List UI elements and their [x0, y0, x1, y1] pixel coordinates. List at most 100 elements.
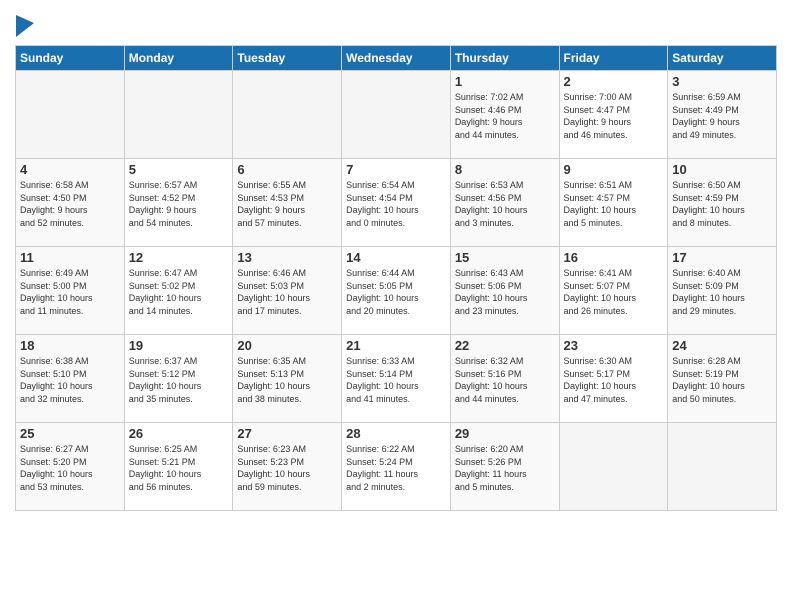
day-number: 22 [455, 338, 555, 353]
day-number: 25 [20, 426, 120, 441]
cell-content: Sunrise: 6:20 AM Sunset: 5:26 PM Dayligh… [455, 443, 555, 493]
cell-content: Sunrise: 6:55 AM Sunset: 4:53 PM Dayligh… [237, 179, 337, 229]
calendar-cell [559, 423, 668, 511]
cell-content: Sunrise: 6:27 AM Sunset: 5:20 PM Dayligh… [20, 443, 120, 493]
day-number: 7 [346, 162, 446, 177]
calendar-day-header: Thursday [450, 46, 559, 71]
cell-content: Sunrise: 6:43 AM Sunset: 5:06 PM Dayligh… [455, 267, 555, 317]
calendar-cell: 19Sunrise: 6:37 AM Sunset: 5:12 PM Dayli… [124, 335, 233, 423]
calendar-header-row: SundayMondayTuesdayWednesdayThursdayFrid… [16, 46, 777, 71]
cell-content: Sunrise: 6:51 AM Sunset: 4:57 PM Dayligh… [564, 179, 664, 229]
calendar-day-header: Tuesday [233, 46, 342, 71]
calendar-cell: 9 Sunrise: 6:51 AM Sunset: 4:57 PM Daylig… [559, 159, 668, 247]
day-number: 29 [455, 426, 555, 441]
day-number: 23 [564, 338, 664, 353]
day-number: 1 [455, 74, 555, 89]
calendar-cell: 2 Sunrise: 7:00 AM Sunset: 4:47 PM Daylig… [559, 71, 668, 159]
calendar-cell: 17 Sunrise: 6:40 AM Sunset: 5:09 PM Dayli… [668, 247, 777, 335]
calendar-cell [16, 71, 125, 159]
day-number: 20 [237, 338, 337, 353]
cell-content: Sunrise: 7:00 AM Sunset: 4:47 PM Dayligh… [564, 91, 664, 141]
calendar-cell: 3 Sunrise: 6:59 AM Sunset: 4:49 PM Daylig… [668, 71, 777, 159]
calendar-week-row: 11Sunrise: 6:49 AM Sunset: 5:00 PM Dayli… [16, 247, 777, 335]
calendar-day-header: Friday [559, 46, 668, 71]
calendar-day-header: Sunday [16, 46, 125, 71]
day-number: 6 [237, 162, 337, 177]
calendar-cell: 7 Sunrise: 6:54 AM Sunset: 4:54 PM Daylig… [342, 159, 451, 247]
day-number: 9 [564, 162, 664, 177]
page: SundayMondayTuesdayWednesdayThursdayFrid… [0, 0, 792, 612]
cell-content: Sunrise: 6:44 AM Sunset: 5:05 PM Dayligh… [346, 267, 446, 317]
cell-content: Sunrise: 6:40 AM Sunset: 5:09 PM Dayligh… [672, 267, 772, 317]
calendar-cell: 22 Sunrise: 6:32 AM Sunset: 5:16 PM Dayli… [450, 335, 559, 423]
calendar-cell: 25 Sunrise: 6:27 AM Sunset: 5:20 PM Dayli… [16, 423, 125, 511]
cell-content: Sunrise: 6:33 AM Sunset: 5:14 PM Dayligh… [346, 355, 446, 405]
calendar-cell: 11Sunrise: 6:49 AM Sunset: 5:00 PM Dayli… [16, 247, 125, 335]
calendar-week-row: 1 Sunrise: 7:02 AM Sunset: 4:46 PM Daylig… [16, 71, 777, 159]
cell-content: Sunrise: 6:46 AM Sunset: 5:03 PM Dayligh… [237, 267, 337, 317]
calendar-week-row: 18 Sunrise: 6:38 AM Sunset: 5:10 PM Dayli… [16, 335, 777, 423]
day-number: 12 [129, 250, 229, 265]
calendar-cell: 21 Sunrise: 6:33 AM Sunset: 5:14 PM Dayli… [342, 335, 451, 423]
calendar-cell: 14 Sunrise: 6:44 AM Sunset: 5:05 PM Dayli… [342, 247, 451, 335]
day-number: 27 [237, 426, 337, 441]
calendar-cell: 4 Sunrise: 6:58 AM Sunset: 4:50 PM Daylig… [16, 159, 125, 247]
day-number: 15 [455, 250, 555, 265]
day-number: 2 [564, 74, 664, 89]
calendar-cell: 26Sunrise: 6:25 AM Sunset: 5:21 PM Dayli… [124, 423, 233, 511]
cell-content: Sunrise: 6:22 AM Sunset: 5:24 PM Dayligh… [346, 443, 446, 493]
logo-icon [16, 15, 34, 37]
cell-content: Sunrise: 6:59 AM Sunset: 4:49 PM Dayligh… [672, 91, 772, 141]
cell-content: Sunrise: 6:25 AM Sunset: 5:21 PM Dayligh… [129, 443, 229, 493]
calendar-cell: 27 Sunrise: 6:23 AM Sunset: 5:23 PM Dayli… [233, 423, 342, 511]
day-number: 3 [672, 74, 772, 89]
calendar-cell: 23 Sunrise: 6:30 AM Sunset: 5:17 PM Dayli… [559, 335, 668, 423]
calendar-cell: 5 Sunrise: 6:57 AM Sunset: 4:52 PM Daylig… [124, 159, 233, 247]
cell-content: Sunrise: 6:28 AM Sunset: 5:19 PM Dayligh… [672, 355, 772, 405]
calendar-cell: 20 Sunrise: 6:35 AM Sunset: 5:13 PM Dayli… [233, 335, 342, 423]
cell-content: Sunrise: 6:35 AM Sunset: 5:13 PM Dayligh… [237, 355, 337, 405]
day-number: 10 [672, 162, 772, 177]
day-number: 14 [346, 250, 446, 265]
cell-content: Sunrise: 6:32 AM Sunset: 5:16 PM Dayligh… [455, 355, 555, 405]
cell-content: Sunrise: 6:50 AM Sunset: 4:59 PM Dayligh… [672, 179, 772, 229]
day-number: 21 [346, 338, 446, 353]
day-number: 28 [346, 426, 446, 441]
day-number: 17 [672, 250, 772, 265]
calendar-cell: 1 Sunrise: 7:02 AM Sunset: 4:46 PM Daylig… [450, 71, 559, 159]
cell-content: Sunrise: 6:38 AM Sunset: 5:10 PM Dayligh… [20, 355, 120, 405]
day-number: 13 [237, 250, 337, 265]
calendar-cell: 15 Sunrise: 6:43 AM Sunset: 5:06 PM Dayli… [450, 247, 559, 335]
cell-content: Sunrise: 6:23 AM Sunset: 5:23 PM Dayligh… [237, 443, 337, 493]
cell-content: Sunrise: 6:41 AM Sunset: 5:07 PM Dayligh… [564, 267, 664, 317]
calendar-cell: 13 Sunrise: 6:46 AM Sunset: 5:03 PM Dayli… [233, 247, 342, 335]
cell-content: Sunrise: 6:30 AM Sunset: 5:17 PM Dayligh… [564, 355, 664, 405]
cell-content: Sunrise: 7:02 AM Sunset: 4:46 PM Dayligh… [455, 91, 555, 141]
day-number: 5 [129, 162, 229, 177]
calendar-table: SundayMondayTuesdayWednesdayThursdayFrid… [15, 45, 777, 511]
calendar-cell [668, 423, 777, 511]
calendar-day-header: Saturday [668, 46, 777, 71]
cell-content: Sunrise: 6:47 AM Sunset: 5:02 PM Dayligh… [129, 267, 229, 317]
calendar-day-header: Monday [124, 46, 233, 71]
cell-content: Sunrise: 6:53 AM Sunset: 4:56 PM Dayligh… [455, 179, 555, 229]
calendar-cell: 29 Sunrise: 6:20 AM Sunset: 5:26 PM Dayli… [450, 423, 559, 511]
calendar-cell: 8 Sunrise: 6:53 AM Sunset: 4:56 PM Daylig… [450, 159, 559, 247]
calendar-cell [342, 71, 451, 159]
calendar-cell: 24Sunrise: 6:28 AM Sunset: 5:19 PM Dayli… [668, 335, 777, 423]
day-number: 8 [455, 162, 555, 177]
cell-content: Sunrise: 6:54 AM Sunset: 4:54 PM Dayligh… [346, 179, 446, 229]
day-number: 11 [20, 250, 120, 265]
cell-content: Sunrise: 6:58 AM Sunset: 4:50 PM Dayligh… [20, 179, 120, 229]
calendar-cell: 16Sunrise: 6:41 AM Sunset: 5:07 PM Dayli… [559, 247, 668, 335]
calendar-cell: 6 Sunrise: 6:55 AM Sunset: 4:53 PM Daylig… [233, 159, 342, 247]
cell-content: Sunrise: 6:57 AM Sunset: 4:52 PM Dayligh… [129, 179, 229, 229]
logo [15, 15, 34, 37]
calendar-cell: 12 Sunrise: 6:47 AM Sunset: 5:02 PM Dayli… [124, 247, 233, 335]
calendar-cell: 10 Sunrise: 6:50 AM Sunset: 4:59 PM Dayli… [668, 159, 777, 247]
calendar-cell: 28 Sunrise: 6:22 AM Sunset: 5:24 PM Dayli… [342, 423, 451, 511]
cell-content: Sunrise: 6:37 AM Sunset: 5:12 PM Dayligh… [129, 355, 229, 405]
calendar-week-row: 4 Sunrise: 6:58 AM Sunset: 4:50 PM Daylig… [16, 159, 777, 247]
day-number: 18 [20, 338, 120, 353]
day-number: 4 [20, 162, 120, 177]
